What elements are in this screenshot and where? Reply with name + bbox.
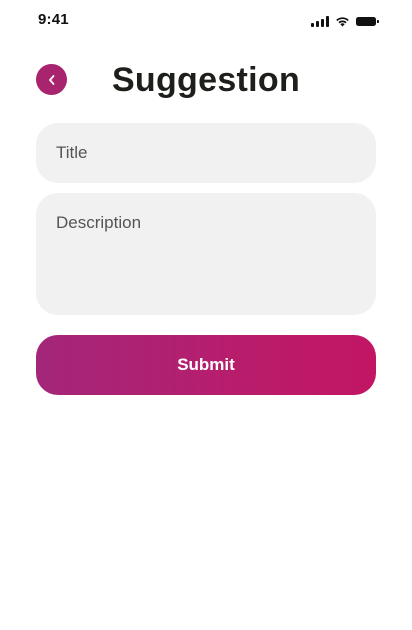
status-bar: 9:41: [0, 0, 412, 44]
suggestion-screen: 9:41 Suggestion Submit: [0, 0, 412, 630]
status-time: 9:41: [38, 11, 69, 28]
description-input[interactable]: [36, 193, 376, 315]
status-icons: [311, 14, 379, 28]
submit-button[interactable]: Submit: [36, 335, 376, 395]
wifi-icon: [336, 16, 349, 26]
title-input[interactable]: [36, 123, 376, 183]
page-title: Suggestion: [111, 61, 301, 99]
signal-icon: [311, 15, 329, 27]
battery-icon: [356, 16, 379, 26]
